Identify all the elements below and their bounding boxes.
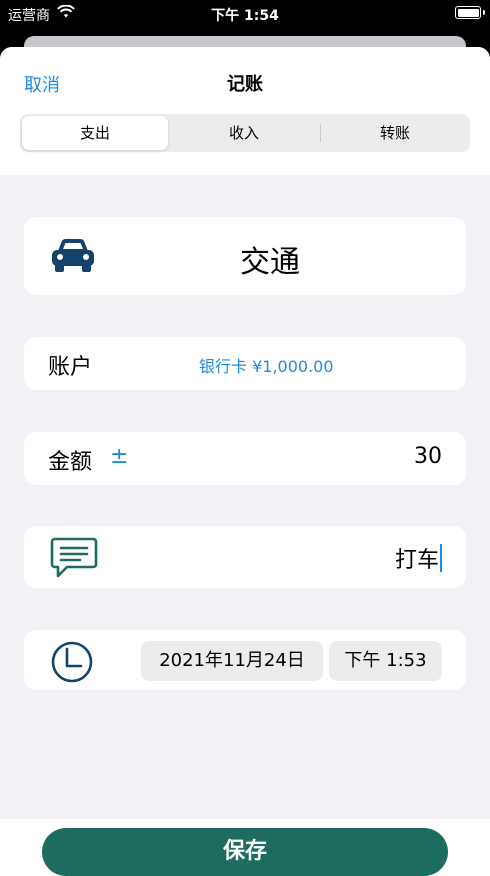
add-record-sheet: 取消 记账 支出 收入 转账 交通 账户 银行卡 ¥1,000.00 金额 ± … bbox=[0, 47, 490, 876]
time-picker-button[interactable]: 下午 1:53 bbox=[329, 641, 442, 681]
page-title: 记账 bbox=[227, 74, 263, 95]
tab-expense[interactable]: 支出 bbox=[22, 116, 168, 150]
sheet-header: 取消 记账 支出 收入 转账 bbox=[0, 47, 490, 175]
bottom-bar: 保存 bbox=[0, 819, 490, 876]
account-value[interactable]: 银行卡 ¥1,000.00 bbox=[199, 353, 334, 377]
message-icon bbox=[50, 536, 98, 584]
segment-divider bbox=[320, 124, 321, 142]
amount-label: 金额 bbox=[48, 450, 93, 475]
amount-row: 金额 ± 30 bbox=[24, 432, 466, 485]
amount-input[interactable]: 30 bbox=[414, 444, 442, 469]
note-text: 打车 bbox=[394, 548, 439, 573]
tab-transfer[interactable]: 转账 bbox=[322, 116, 468, 150]
status-bar: 运营商 下午 1:54 bbox=[0, 0, 490, 28]
note-row: 打车 bbox=[24, 526, 466, 588]
clock-icon bbox=[50, 640, 94, 688]
datetime-row: 2021年11月24日 下午 1:53 bbox=[24, 630, 466, 690]
text-cursor bbox=[440, 544, 442, 572]
tab-income[interactable]: 收入 bbox=[171, 116, 317, 150]
sign-toggle-button[interactable]: ± bbox=[110, 444, 128, 469]
type-segmented-control: 支出 收入 转账 bbox=[20, 114, 470, 152]
save-button[interactable]: 保存 bbox=[42, 828, 448, 876]
category-picker[interactable]: 交通 bbox=[24, 217, 466, 295]
category-label: 交通 bbox=[240, 245, 300, 280]
account-label: 账户 bbox=[48, 355, 93, 380]
note-input[interactable]: 打车 bbox=[395, 542, 442, 574]
date-picker-button[interactable]: 2021年11月24日 bbox=[141, 641, 323, 681]
account-row[interactable]: 账户 银行卡 ¥1,000.00 bbox=[24, 337, 466, 390]
status-time: 下午 1:54 bbox=[211, 8, 279, 24]
battery-icon bbox=[455, 6, 481, 19]
